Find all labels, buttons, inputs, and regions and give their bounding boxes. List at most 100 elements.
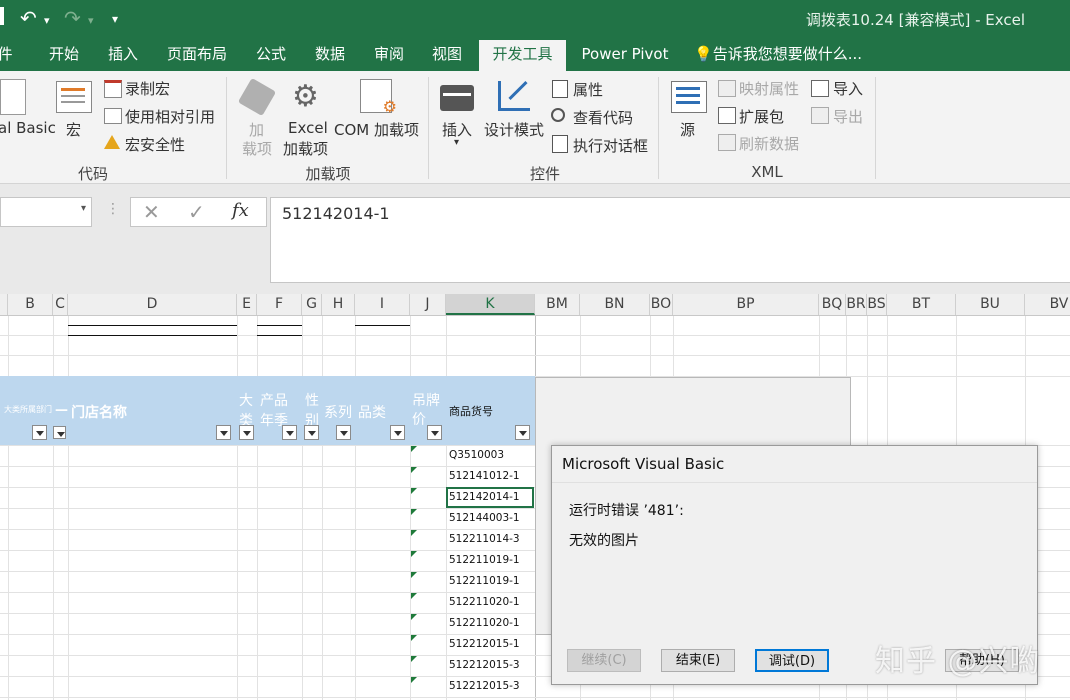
- filter-dropdown-button[interactable]: [239, 425, 254, 440]
- column-header-bp[interactable]: BP: [673, 294, 819, 315]
- filter-dropdown-button[interactable]: [427, 425, 442, 440]
- error-indicator-icon[interactable]: [411, 467, 417, 473]
- macros-button[interactable]: 宏: [66, 119, 81, 140]
- filter-dropdown-button[interactable]: [304, 425, 319, 440]
- column-header-c[interactable]: C: [53, 294, 68, 315]
- insert-dropdown-icon[interactable]: ▾: [454, 137, 459, 148]
- cancel-icon[interactable]: ✕: [143, 200, 160, 224]
- expansion-packs-button[interactable]: 扩展包: [739, 106, 784, 127]
- properties-button[interactable]: 属性: [573, 79, 603, 100]
- column-header[interactable]: [0, 294, 8, 315]
- tab-data[interactable]: 数据: [304, 40, 356, 71]
- tab-formulas[interactable]: 公式: [245, 40, 297, 71]
- macro-security-button[interactable]: 宏安全性: [125, 134, 185, 155]
- tab-insert[interactable]: 插入: [97, 40, 149, 71]
- column-header-bt[interactable]: BT: [887, 294, 956, 315]
- xml-source-icon: [671, 81, 707, 113]
- cell-sku[interactable]: 512211014-3: [449, 533, 520, 545]
- insert-function-icon[interactable]: fx: [232, 200, 249, 221]
- filter-dropdown-button[interactable]: [390, 425, 405, 440]
- column-header-h[interactable]: H: [322, 294, 355, 315]
- error-indicator-icon[interactable]: [411, 488, 417, 494]
- active-cell[interactable]: 512142014-1: [449, 491, 520, 503]
- error-indicator-icon[interactable]: [411, 677, 417, 683]
- drag-handle-icon[interactable]: ⋮: [106, 201, 120, 217]
- column-header-f[interactable]: F: [257, 294, 302, 315]
- run-dialog-button[interactable]: 执行对话框: [573, 135, 648, 156]
- formula-input[interactable]: 512142014-1: [270, 197, 1070, 283]
- excel-addins-label-2[interactable]: 加载项: [283, 138, 328, 159]
- column-header-bv[interactable]: BV: [1025, 294, 1070, 315]
- design-mode-button[interactable]: 设计模式: [484, 119, 544, 140]
- error-indicator-icon[interactable]: [411, 530, 417, 536]
- tab-home[interactable]: 开始: [38, 40, 90, 71]
- error-indicator-icon[interactable]: [411, 446, 417, 452]
- cell-sku[interactable]: 512211019-1: [449, 554, 520, 566]
- enter-icon[interactable]: ✓: [188, 200, 205, 224]
- column-header-bq[interactable]: BQ: [819, 294, 846, 315]
- customize-qat-icon[interactable]: ▾: [112, 12, 118, 26]
- column-header-bm[interactable]: BM: [535, 294, 580, 315]
- tab-page-layout[interactable]: 页面布局: [157, 40, 237, 71]
- error-indicator-icon[interactable]: [411, 656, 417, 662]
- relative-reference-button[interactable]: 使用相对引用: [125, 106, 215, 127]
- filter-dropdown-button[interactable]: [53, 426, 66, 439]
- column-header-bu[interactable]: BU: [956, 294, 1025, 315]
- error-indicator-icon[interactable]: [411, 572, 417, 578]
- end-button[interactable]: 结束(E): [661, 649, 735, 672]
- tab-file[interactable]: 件: [0, 40, 14, 71]
- import-button[interactable]: 导入: [833, 78, 863, 99]
- column-header-bs[interactable]: BS: [867, 294, 887, 315]
- tell-me-search[interactable]: 💡告诉我您想要做什么...: [694, 40, 866, 71]
- cell-sku[interactable]: 512212015-3: [449, 659, 520, 671]
- name-box[interactable]: ▾: [0, 197, 92, 227]
- column-header-j[interactable]: J: [410, 294, 446, 315]
- cell-sku[interactable]: Q3510003: [449, 449, 504, 461]
- column-header-bn[interactable]: BN: [580, 294, 650, 315]
- map-properties-button: 映射属性: [739, 80, 800, 98]
- view-code-icon: [551, 108, 565, 122]
- filter-dropdown-button[interactable]: [32, 425, 47, 440]
- excel-addins-label-1[interactable]: Excel: [288, 119, 328, 137]
- column-header-i[interactable]: I: [355, 294, 410, 315]
- record-macro-button[interactable]: 录制宏: [125, 78, 170, 99]
- cell-sku[interactable]: 512211020-1: [449, 617, 520, 629]
- column-header-b[interactable]: B: [8, 294, 53, 315]
- filter-dropdown-button[interactable]: [216, 425, 231, 440]
- error-indicator-icon[interactable]: [411, 614, 417, 620]
- xml-source-button[interactable]: 源: [680, 119, 695, 140]
- view-code-button[interactable]: 查看代码: [573, 107, 633, 128]
- cell-sku[interactable]: 512211019-1: [449, 575, 520, 587]
- error-indicator-icon[interactable]: [411, 509, 417, 515]
- filter-dropdown-button[interactable]: [515, 425, 530, 440]
- filter-dropdown-button[interactable]: [336, 425, 351, 440]
- tab-view[interactable]: 视图: [421, 40, 473, 71]
- cell-sku[interactable]: 512141012-1: [449, 470, 520, 482]
- name-box-dropdown-icon[interactable]: ▾: [81, 203, 86, 214]
- cell-sku[interactable]: 512212015-1: [449, 638, 520, 650]
- undo-dropdown-icon[interactable]: ▾: [44, 14, 50, 27]
- title-bar: ↶ ▾ ↷ ▾ ▾ 调拨表10.24 [兼容模式] - Excel: [0, 0, 1070, 40]
- column-header-k[interactable]: K: [446, 294, 535, 315]
- tab-review[interactable]: 审阅: [363, 40, 415, 71]
- error-indicator-icon[interactable]: [411, 551, 417, 557]
- error-indicator-icon[interactable]: [411, 593, 417, 599]
- column-header-br[interactable]: BR: [846, 294, 867, 315]
- column-header-g[interactable]: G: [302, 294, 322, 315]
- error-indicator-icon[interactable]: [411, 635, 417, 641]
- addins-label-2: 载项: [242, 140, 273, 158]
- debug-button[interactable]: 调试(D): [755, 649, 829, 672]
- undo-icon[interactable]: ↶: [20, 6, 37, 30]
- column-header-bo[interactable]: BO: [650, 294, 673, 315]
- cell-sku[interactable]: 512212015-3: [449, 680, 520, 692]
- tab-developer[interactable]: 开发工具: [479, 40, 566, 71]
- cell-sku[interactable]: 512144003-1: [449, 512, 520, 524]
- visual-basic-button[interactable]: al Basic: [0, 119, 56, 137]
- column-header-d[interactable]: D: [68, 294, 237, 315]
- com-addins-button[interactable]: COM 加载项: [334, 119, 419, 140]
- tab-power-pivot[interactable]: Power Pivot: [573, 40, 677, 71]
- cell-sku[interactable]: 512211020-1: [449, 596, 520, 608]
- save-icon[interactable]: [0, 7, 4, 25]
- filter-dropdown-button[interactable]: [282, 425, 297, 440]
- column-header-e[interactable]: E: [237, 294, 257, 315]
